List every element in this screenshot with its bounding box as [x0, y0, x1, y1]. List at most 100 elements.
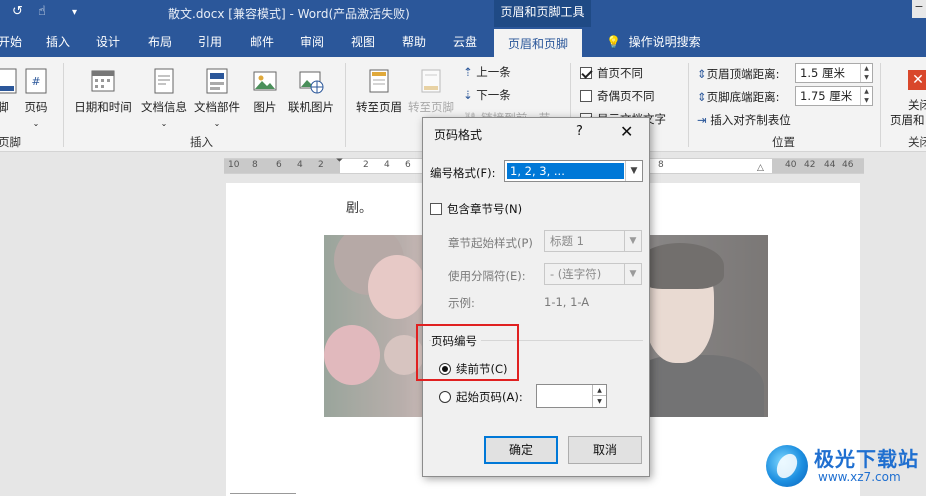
chevron-down-icon: ⌄ [32, 119, 40, 128]
spin-down-icon[interactable]: ▼ [592, 396, 606, 407]
previous-button[interactable]: ⇡ 上一条 [463, 64, 511, 80]
spinner-arrows-icon[interactable]: ▲ ▼ [860, 64, 872, 82]
separator-select[interactable]: - (连字符) ▼ [544, 263, 642, 285]
checkbox-checked[interactable] [580, 67, 592, 79]
page-number-label: 页码 [24, 100, 48, 114]
customize-quick-access-icon[interactable]: ▾ [72, 7, 77, 18]
tab-review[interactable]: 审阅 [300, 27, 324, 57]
footer-distance-icon: ⇕ [697, 90, 707, 104]
spinner-arrows-icon[interactable]: ▲ ▼ [860, 87, 872, 105]
divider [880, 63, 881, 147]
goto-footer-label: 转至页脚 [408, 100, 454, 114]
cancel-button[interactable]: 取消 [568, 436, 642, 464]
page-number-button[interactable]: # 页码 ⌄ [20, 67, 52, 129]
footer-line [230, 493, 296, 494]
date-time-button[interactable]: 日期和时间 [74, 67, 132, 115]
next-button[interactable]: ⇣ 下一条 [463, 87, 511, 103]
footer-button[interactable]: 脚 [0, 67, 17, 115]
picture-icon [253, 71, 277, 91]
radio[interactable] [439, 391, 451, 403]
tab-mailings[interactable]: 邮件 [250, 27, 274, 57]
chapter-style-value: 标题 1 [550, 234, 584, 248]
checkbox[interactable] [580, 90, 592, 102]
page-number-format-dialog: 页码格式 ? ✕ 编号格式(F): 1, 2, 3, ... ▼ 包含章节号(N… [422, 117, 650, 477]
insert-alignment-tab-label: 插入对齐制表位 [710, 113, 791, 127]
close-group-label: 关闭 [908, 135, 926, 149]
document-text: 剧。 [346, 201, 373, 216]
include-chapter-checkbox[interactable] [430, 203, 442, 215]
alignment-tab-icon: ⇥ [697, 113, 707, 127]
insert-group-label: 插入 [190, 135, 213, 149]
tab-help[interactable]: 帮助 [402, 27, 426, 57]
odd-even-checkbox[interactable]: 奇偶页不同 [580, 88, 655, 104]
number-format-select[interactable]: 1, 2, 3, ... ▼ [504, 160, 643, 182]
previous-label: 上一条 [476, 65, 511, 79]
online-picture-label: 联机图片 [288, 100, 334, 114]
ok-button[interactable]: 确定 [484, 436, 558, 464]
footer-bottom-distance-value: 1.75 厘米 [800, 89, 853, 103]
first-line-indent-marker-icon[interactable]: ⏷ [336, 156, 343, 166]
include-chapter-checkbox-row[interactable]: 包含章节号(N) [430, 201, 522, 217]
tab-layout[interactable]: 布局 [148, 27, 172, 57]
right-indent-marker-icon[interactable]: △ [757, 163, 764, 173]
goto-header-icon [369, 69, 389, 93]
start-at-input[interactable]: ▲ ▼ [536, 384, 607, 408]
ruler-number: 4 [297, 160, 303, 170]
tab-cloud[interactable]: 云盘 [453, 27, 477, 57]
chevron-down-icon[interactable]: ▼ [624, 231, 641, 251]
tab-view[interactable]: 视图 [351, 27, 375, 57]
footer-bottom-distance-input[interactable]: 1.75 厘米 ▲ ▼ [795, 86, 873, 106]
tab-header-footer[interactable]: 页眉和页脚 [494, 27, 583, 57]
start-at-option[interactable]: 起始页码(A): [439, 389, 523, 405]
chevron-down-icon: ⌄ [213, 119, 221, 128]
close-header-footer-icon[interactable]: ✕ [908, 70, 926, 90]
chevron-down-icon[interactable]: ▼ [624, 264, 641, 284]
doc-parts-button[interactable]: 文档部件 ⌄ [192, 67, 242, 129]
tab-design[interactable]: 设计 [96, 27, 120, 57]
goto-header-button[interactable]: 转至页眉 [354, 67, 404, 115]
close-label-1[interactable]: 关闭 [908, 97, 926, 113]
tell-me-label: 操作说明搜索 [628, 35, 701, 49]
doc-info-button[interactable]: 文档信息 ⌄ [139, 67, 189, 129]
tab-references[interactable]: 引用 [198, 27, 222, 57]
document-info-icon [154, 68, 174, 94]
minimize-button[interactable]: − [912, 0, 926, 18]
picture-button[interactable]: 图片 [250, 67, 280, 115]
quick-parts-icon [206, 68, 228, 94]
goto-footer-button[interactable]: 转至页脚 [406, 67, 456, 115]
tab-home[interactable]: 开始 [0, 27, 22, 57]
tab-insert[interactable]: 插入 [46, 27, 70, 57]
chapter-style-select[interactable]: 标题 1 ▼ [544, 230, 642, 252]
header-top-distance-label-row: ⇕页眉顶端距离: [697, 66, 780, 82]
ruler-number: 6 [276, 160, 282, 170]
date-time-label: 日期和时间 [74, 100, 132, 114]
help-icon[interactable]: ? [576, 124, 583, 139]
header-distance-icon: ⇕ [697, 67, 707, 81]
ruler-number: 40 [785, 160, 797, 170]
page-number-icon: # [25, 68, 47, 94]
spin-up-icon[interactable]: ▲ [592, 385, 606, 396]
ruler-number: 4 [384, 160, 390, 170]
undo-icon[interactable]: ↺ [12, 4, 23, 19]
goto-header-label: 转至页眉 [356, 100, 402, 114]
footer-bottom-distance-label: 页脚底端距离: [706, 90, 780, 104]
tell-me-search[interactable]: 💡 操作说明搜索 [606, 27, 701, 57]
header-top-distance-input[interactable]: 1.5 厘米 ▲ ▼ [795, 63, 873, 83]
calendar-icon [91, 70, 115, 92]
close-label-2[interactable]: 页眉和 [890, 112, 925, 128]
close-icon[interactable]: ✕ [620, 122, 633, 141]
header-top-distance-label: 页眉顶端距离: [706, 67, 780, 81]
chevron-down-icon[interactable]: ▼ [625, 161, 642, 181]
title-bar: ↺ ☝ ▾ 散文.docx [兼容模式] - Word(产品激活失败) 页眉和页… [0, 0, 926, 27]
next-label: 下一条 [476, 88, 511, 102]
doc-parts-label: 文档部件 [194, 100, 240, 114]
different-first-page-checkbox[interactable]: 首页不同 [580, 65, 643, 81]
touch-mode-icon[interactable]: ☝ [38, 4, 46, 19]
start-at-label: 起始页码(A): [456, 390, 523, 404]
online-picture-button[interactable]: 联机图片 [286, 67, 336, 115]
insert-alignment-tab-button[interactable]: ⇥ 插入对齐制表位 [697, 112, 791, 128]
footer-bottom-distance-label-row: ⇕页脚底端距离: [697, 89, 780, 105]
dialog-title: 页码格式 [434, 128, 483, 142]
divider [63, 63, 64, 147]
ruler-number: 8 [658, 160, 664, 170]
